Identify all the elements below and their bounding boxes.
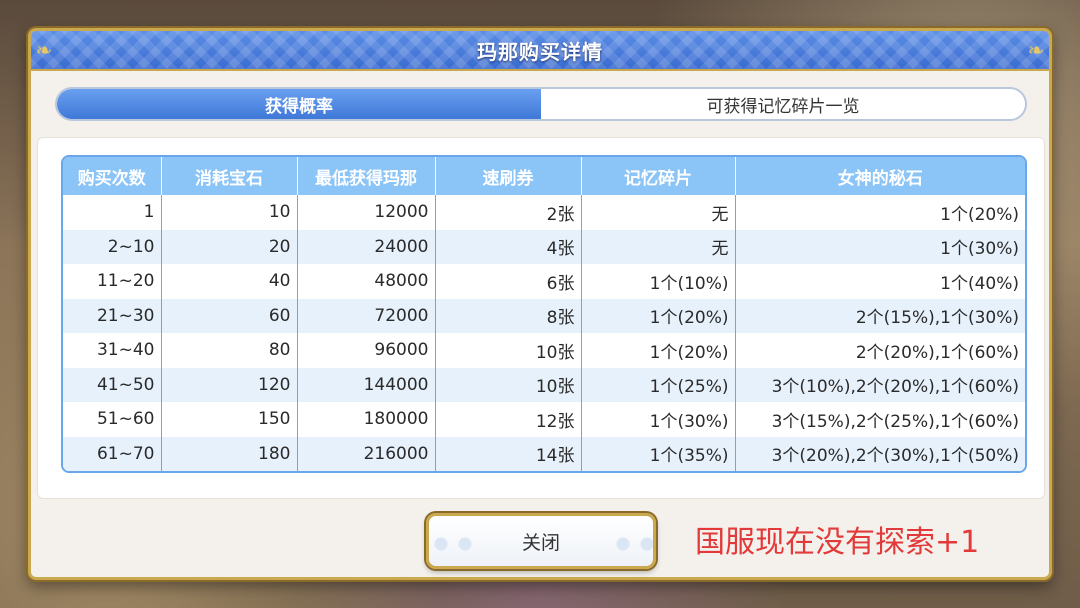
table-cell: 10张 bbox=[435, 367, 582, 402]
table-cell: 2张 bbox=[435, 195, 582, 230]
table-cell: 1 bbox=[63, 195, 162, 230]
table-row: 1 10 12000 2张 无 1个(20%) bbox=[63, 195, 1025, 230]
mana-purchase-dialog: ❧ 玛那购买详情 ❧ 获得概率 可获得记忆碎片一览 购买次数 消耗宝石 最低获得… bbox=[28, 28, 1052, 580]
ornament-icon: ❧ bbox=[35, 38, 53, 62]
table-cell: 3个(10%),2个(20%),1个(60%) bbox=[771, 377, 1019, 398]
table-cell: 150 bbox=[161, 402, 298, 437]
table-row: 51~60 150 180000 12张 1个(30%) 3个(15%),2个(… bbox=[63, 402, 1025, 437]
table-cell: 144000 bbox=[297, 367, 436, 402]
table-cell: 1个(20%) bbox=[940, 204, 1019, 225]
table-row: 21~30 60 72000 8张 1个(20%) 2个(15%),1个(30%… bbox=[63, 298, 1025, 333]
table-cell: 6张 bbox=[435, 264, 582, 299]
table-cell: 51~60 bbox=[63, 402, 162, 437]
table-cell: 无 bbox=[581, 195, 736, 230]
header-purchase-count: 购买次数 bbox=[63, 157, 162, 195]
table-cell: 120 bbox=[161, 367, 298, 402]
table-cell: 4张 bbox=[435, 229, 582, 264]
table-cell: 2~10 bbox=[63, 229, 162, 264]
tab-probability[interactable]: 获得概率 bbox=[57, 89, 541, 119]
table-cell: 10张 bbox=[435, 333, 582, 368]
header-gem-cost: 消耗宝石 bbox=[161, 157, 298, 195]
table-cell: 1个(40%) bbox=[940, 273, 1019, 294]
close-button[interactable]: 关闭 bbox=[426, 513, 656, 569]
table-cell: 41~50 bbox=[63, 367, 162, 402]
table-cell: 72000 bbox=[297, 298, 436, 333]
table-cell: 3个(15%),2个(25%),1个(60%) bbox=[771, 411, 1019, 432]
table-row: 11~20 40 48000 6张 1个(10%) 1个(40%) bbox=[63, 264, 1025, 299]
header-skip-ticket: 速刷券 bbox=[435, 157, 582, 195]
content-panel: 购买次数 消耗宝石 最低获得玛那 速刷券 记忆碎片 女神的秘石 1 10 120… bbox=[37, 137, 1045, 499]
table-cell: 12张 bbox=[435, 402, 582, 437]
table-cell: 2个(15%),1个(30%) bbox=[855, 308, 1019, 329]
table-cell: 1个(30%) bbox=[581, 402, 736, 437]
tab-memory-fragments[interactable]: 可获得记忆碎片一览 bbox=[541, 89, 1025, 119]
table-cell: 14张 bbox=[435, 436, 582, 471]
table-cell: 1个(25%) bbox=[581, 367, 736, 402]
table-cell: 80 bbox=[161, 333, 298, 368]
table-cell: 2个(20%),1个(60%) bbox=[855, 342, 1019, 363]
table-cell: 96000 bbox=[297, 333, 436, 368]
annotation-text: 国服现在没有探索+1 bbox=[695, 525, 980, 560]
table-cell: 3个(20%),2个(30%),1个(50%) bbox=[771, 446, 1019, 467]
table-cell: 21~30 bbox=[63, 298, 162, 333]
table-cell: 24000 bbox=[297, 229, 436, 264]
table-cell: 12000 bbox=[297, 195, 436, 230]
table-cell: 11~20 bbox=[63, 264, 162, 299]
header-goddess-stone: 女神的秘石 bbox=[735, 157, 1025, 195]
table-cell: 10 bbox=[161, 195, 298, 230]
dialog-title-bar: ❧ 玛那购买详情 ❧ bbox=[31, 31, 1049, 71]
table-cell: 20 bbox=[161, 229, 298, 264]
table-cell: 1个(30%) bbox=[940, 239, 1019, 260]
table-cell: 1个(20%) bbox=[581, 298, 736, 333]
table-row: 31~40 80 96000 10张 1个(20%) 2个(20%),1个(60… bbox=[63, 333, 1025, 368]
tab-bar: 获得概率 可获得记忆碎片一览 bbox=[55, 87, 1027, 121]
header-memory-fragment: 记忆碎片 bbox=[581, 157, 736, 195]
table-cell: 1个(20%) bbox=[581, 333, 736, 368]
table-cell: 60 bbox=[161, 298, 298, 333]
table-cell: 180000 bbox=[297, 402, 436, 437]
footer-note bbox=[67, 501, 467, 511]
table-row: 61~70 180 216000 14张 1个(35%) 3个(20%),2个(… bbox=[63, 436, 1025, 471]
table-header-row: 购买次数 消耗宝石 最低获得玛那 速刷券 记忆碎片 女神的秘石 bbox=[63, 157, 1025, 195]
table-cell: 48000 bbox=[297, 264, 436, 299]
table-cell: 216000 bbox=[297, 436, 436, 471]
table-cell: 无 bbox=[581, 229, 736, 264]
table-cell: 8张 bbox=[435, 298, 582, 333]
table-cell: 31~40 bbox=[63, 333, 162, 368]
table-cell: 180 bbox=[161, 436, 298, 471]
table-cell: 1个(10%) bbox=[581, 264, 736, 299]
ornament-icon: ❧ bbox=[1027, 38, 1045, 62]
table-row: 2~10 20 24000 4张 无 1个(30%) bbox=[63, 229, 1025, 264]
table-cell: 1个(35%) bbox=[581, 436, 736, 471]
table-cell: 61~70 bbox=[63, 436, 162, 471]
header-min-mana: 最低获得玛那 bbox=[297, 157, 436, 195]
table-cell: 40 bbox=[161, 264, 298, 299]
table-row: 41~50 120 144000 10张 1个(25%) 3个(10%),2个(… bbox=[63, 367, 1025, 402]
dialog-title: 玛那购买详情 bbox=[477, 39, 603, 64]
purchase-table: 购买次数 消耗宝石 最低获得玛那 速刷券 记忆碎片 女神的秘石 1 10 120… bbox=[61, 155, 1027, 473]
